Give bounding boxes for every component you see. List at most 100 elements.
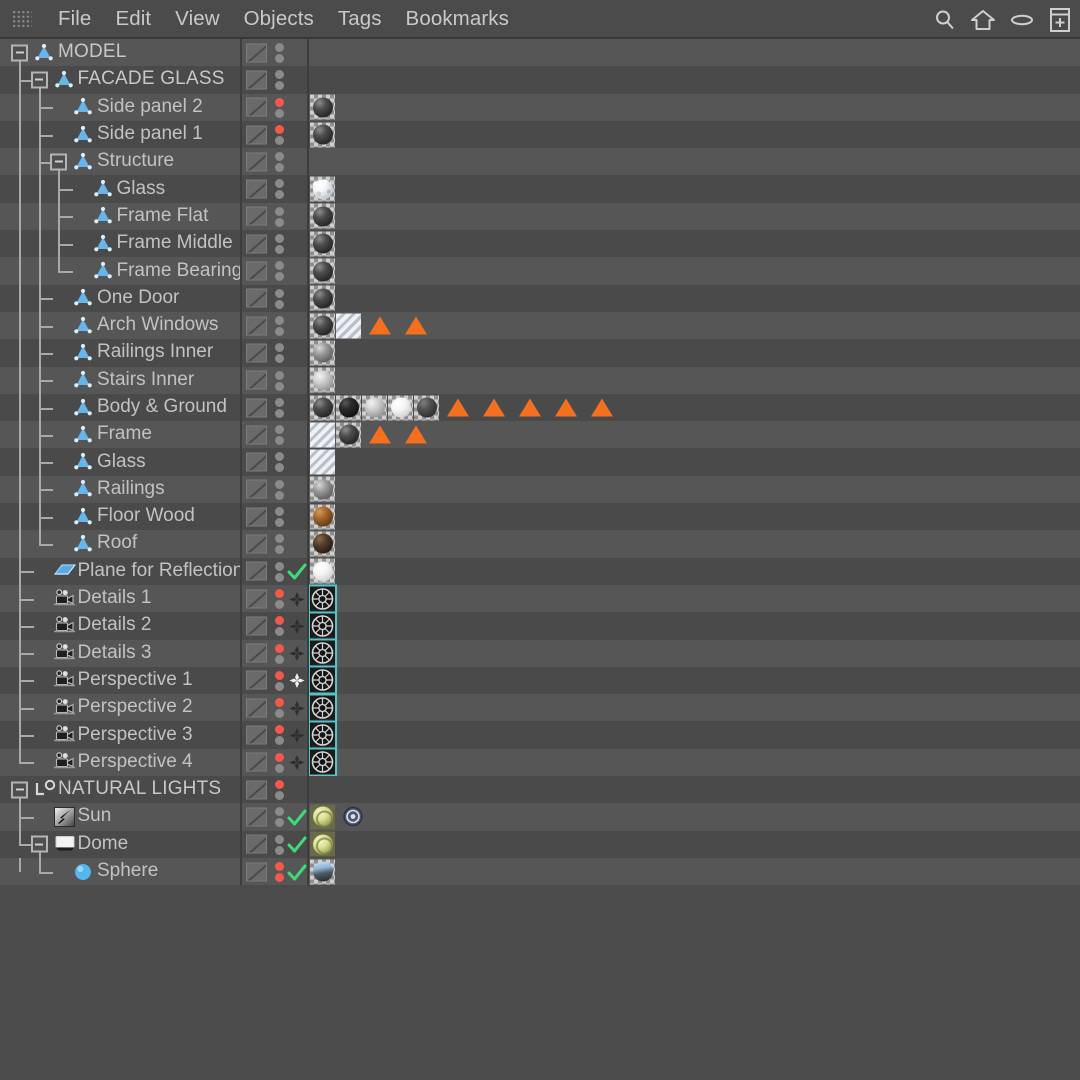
object-row[interactable]: Details 2 — [0, 612, 1080, 640]
layer-swatch[interactable] — [246, 370, 267, 390]
light-tag-icon[interactable] — [310, 804, 335, 830]
protection-tag-icon[interactable] — [287, 698, 306, 717]
object-name-cell[interactable]: Details 3 — [0, 639, 240, 667]
object-row[interactable]: Glass — [0, 175, 1080, 203]
object-row[interactable]: Side panel 1 — [0, 120, 1080, 149]
object-row[interactable]: FACADE GLASS — [0, 66, 1080, 94]
material-tag-icon[interactable] — [336, 395, 361, 420]
search-icon[interactable] — [933, 8, 957, 32]
object-tree-panel[interactable]: MODEL FACADE GLASS Side panel 2 Side panel … — [0, 39, 1080, 1080]
layer-swatch[interactable] — [246, 616, 267, 636]
editor-visibility-dot[interactable] — [275, 698, 284, 708]
add-layer-icon[interactable] — [1048, 7, 1072, 33]
menu-item-bookmarks[interactable]: Bookmarks — [394, 0, 521, 38]
render-visibility-dot[interactable] — [275, 408, 284, 418]
object-row[interactable]: Frame Bearing — [0, 257, 1080, 285]
protection-tag-icon[interactable] — [287, 589, 306, 608]
editor-visibility-dot[interactable] — [275, 152, 284, 162]
object-row[interactable]: Sphere — [0, 857, 1080, 886]
render-visibility-dot[interactable] — [275, 163, 284, 173]
object-name-cell[interactable]: Dome — [0, 830, 240, 858]
layer-swatch[interactable] — [246, 43, 267, 63]
render-visibility-dot[interactable] — [275, 217, 284, 227]
object-row[interactable]: NATURAL LIGHTS — [0, 776, 1080, 804]
layer-swatch[interactable] — [246, 234, 267, 254]
layer-swatch[interactable] — [246, 316, 267, 336]
object-row[interactable]: Plane for Reflection — [0, 557, 1080, 585]
material-tag-icon[interactable] — [310, 231, 335, 257]
render-visibility-dot[interactable] — [275, 463, 284, 473]
editor-visibility-dot[interactable] — [275, 807, 284, 817]
object-name-cell[interactable]: Roof — [0, 530, 240, 558]
expand-collapse-toggle[interactable] — [50, 153, 67, 171]
material-tag-icon[interactable] — [310, 395, 335, 420]
editor-visibility-dot[interactable] — [275, 861, 284, 871]
home-icon[interactable] — [970, 8, 996, 32]
selection-tag-icon[interactable] — [369, 316, 391, 335]
enabled-check-icon[interactable] — [287, 836, 307, 853]
layer-swatch[interactable] — [246, 425, 267, 445]
protection-tag-icon[interactable] — [287, 644, 306, 663]
enabled-check-icon[interactable] — [287, 808, 307, 826]
render-visibility-dot[interactable] — [275, 654, 284, 664]
object-name-cell[interactable]: Glass — [0, 448, 240, 476]
material-tag-icon[interactable] — [310, 558, 335, 584]
layer-swatch[interactable] — [246, 206, 267, 226]
object-name-cell[interactable]: Arch Windows — [0, 311, 240, 340]
selection-tag-icon[interactable] — [447, 398, 469, 417]
menu-item-file[interactable]: File — [46, 0, 103, 38]
layer-swatch[interactable] — [246, 97, 267, 117]
material-tag-icon[interactable] — [336, 422, 361, 448]
object-name-cell[interactable]: Details 2 — [0, 612, 240, 640]
editor-visibility-dot[interactable] — [275, 425, 284, 435]
editor-visibility-dot[interactable] — [275, 70, 284, 80]
material-tag-icon[interactable] — [310, 504, 335, 530]
object-name-cell[interactable]: Floor Wood — [0, 503, 240, 531]
editor-visibility-dot[interactable] — [275, 507, 284, 517]
material-tag-icon[interactable] — [310, 122, 335, 148]
editor-visibility-dot[interactable] — [275, 452, 284, 462]
object-row[interactable]: Frame — [0, 421, 1080, 449]
editor-visibility-dot[interactable] — [275, 206, 284, 216]
editor-visibility-dot[interactable] — [275, 643, 284, 653]
render-visibility-dot[interactable] — [275, 381, 284, 391]
render-visibility-dot[interactable] — [275, 81, 284, 91]
layer-swatch[interactable] — [246, 507, 267, 527]
selection-tag-icon[interactable] — [369, 425, 391, 444]
material-tag-icon[interactable] — [310, 313, 335, 339]
menu-item-edit[interactable]: Edit — [103, 0, 163, 38]
enabled-check-icon[interactable] — [287, 563, 307, 580]
layer-swatch[interactable] — [246, 452, 267, 472]
layer-swatch[interactable] — [246, 670, 267, 690]
selection-tag-icon[interactable] — [483, 398, 505, 417]
object-name-cell[interactable]: Frame — [0, 421, 240, 449]
object-name-cell[interactable]: Frame Flat — [0, 202, 240, 231]
expand-collapse-toggle[interactable] — [11, 781, 28, 799]
layer-swatch[interactable] — [246, 780, 267, 800]
object-row[interactable]: Details 1 — [0, 584, 1080, 613]
editor-visibility-dot[interactable] — [275, 588, 284, 598]
object-row[interactable]: Structure — [0, 148, 1080, 176]
object-row[interactable]: Details 3 — [0, 639, 1080, 667]
selection-tag-icon[interactable] — [555, 398, 577, 417]
material-tag-sky[interactable] — [310, 859, 335, 885]
material-tag-glass[interactable] — [310, 449, 335, 475]
material-tag-icon[interactable] — [388, 395, 413, 420]
layer-swatch[interactable] — [246, 534, 267, 554]
render-visibility-dot[interactable] — [275, 818, 284, 828]
ellipse-icon[interactable] — [1009, 11, 1035, 29]
material-tag-icon[interactable] — [310, 203, 335, 229]
object-name-cell[interactable]: FACADE GLASS — [0, 66, 240, 94]
camera-tag-icon[interactable] — [310, 695, 335, 721]
layer-swatch[interactable] — [246, 725, 267, 745]
layer-swatch[interactable] — [246, 343, 267, 363]
layer-swatch[interactable] — [246, 70, 267, 90]
layer-swatch[interactable] — [246, 479, 267, 499]
object-row[interactable]: One Door — [0, 284, 1080, 312]
layer-swatch[interactable] — [246, 561, 267, 581]
selection-tag-icon[interactable] — [405, 316, 427, 335]
render-visibility-dot[interactable] — [275, 599, 284, 609]
object-name-cell[interactable]: Structure — [0, 148, 240, 176]
object-row[interactable]: Glass — [0, 448, 1080, 476]
editor-visibility-dot[interactable] — [275, 534, 284, 544]
